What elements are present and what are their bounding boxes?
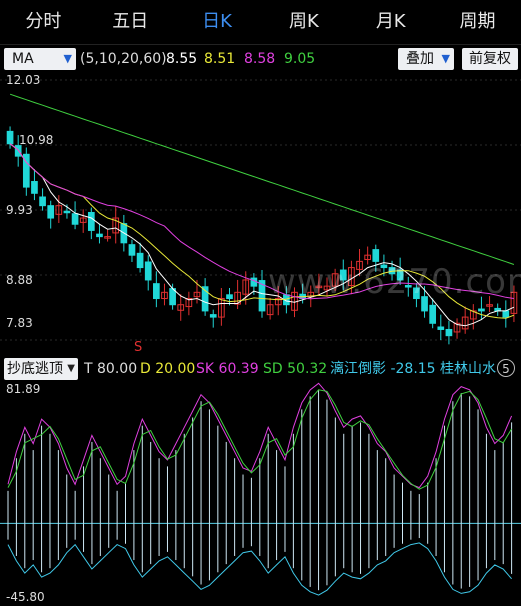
candle-body [437,326,445,330]
tab-monthly-k[interactable]: 月K [347,0,434,44]
candle-body [39,196,46,207]
indicator-sd-value: 50.32 [287,361,328,377]
candle-body [153,283,160,300]
indicator-sk-label: SK [196,361,215,377]
chevron-down-icon: ▼ [441,52,450,65]
ma-line-60 [9,93,515,265]
candle-body [478,308,485,312]
ma60-value: 9.05 [284,51,316,67]
tab-daily-k[interactable]: 日K [174,0,261,44]
overlay-selector[interactable]: 叠加 ▼ [398,48,454,70]
indicator-lijiang-label: 漓江倒影 [330,361,386,377]
candle-body [226,294,233,300]
tab-divider [0,44,521,45]
indicator-lijiang-value: -28.15 [390,361,436,377]
indicator-t-label: T [84,361,93,377]
candle-body [31,181,38,194]
indicator-sk: SK 60.39 [196,358,259,380]
overlay-label: 叠加 [406,51,434,67]
price-axis-label: 7.83 [6,316,33,330]
indicator-lijiang: 漓江倒影 -28.15 [330,358,436,380]
indicator-axis-top: 81.89 [6,382,41,396]
ma-bar: MA ▼ (5,10,20,60) 8.55 8.51 8.58 9.05 叠加… [0,48,521,72]
candle-body [250,277,258,287]
price-axis-label: 10.98 [19,133,54,147]
sell-signal-marker: S [134,340,143,355]
candlestick-chart[interactable] [0,74,521,354]
indicator-selector[interactable]: 抄底逃顶 ▼ [4,358,78,380]
chevron-down-icon: ▼ [67,363,75,374]
tab-five-day[interactable]: 五日 [87,0,174,44]
price-axis-label: 12.03 [6,73,41,87]
ma20-value: 8.58 [244,51,276,67]
indicator-count-badge[interactable]: 5 [497,359,515,377]
chevron-down-icon: ▼ [63,52,72,65]
ma-selector-label: MA [12,51,34,67]
candle-body [372,249,380,262]
ma10-value: 8.51 [204,51,236,67]
candle-body [63,210,71,214]
candle-body [71,213,79,225]
ma-params: (5,10,20,60) [80,51,167,67]
candle-body [502,310,510,318]
candle-body [429,304,437,324]
indicator-bar: 抄底逃顶 ▼ T 80.00 D 20.00 SK 60.39 SD 50.32… [0,358,521,380]
ma-selector[interactable]: MA ▼ [4,48,76,70]
period-tabs: 分时 五日 日K 周K 月K 周期 [0,0,521,44]
candle-body [47,205,55,219]
tab-period[interactable]: 周期 [434,0,521,44]
indicator-axis-bottom: -45.80 [6,590,45,604]
indicator-t: T 80.00 [84,358,137,380]
candle-body [128,244,136,256]
indicator-d-label: D [140,361,151,377]
indicator-chart[interactable] [0,382,521,606]
tab-intraday[interactable]: 分时 [0,0,87,44]
restore-right-button[interactable]: 前复权 [462,48,518,70]
indicator-d-value: 20.00 [155,361,196,377]
ma5-value: 8.55 [166,51,198,67]
indicator-d: D 20.00 [140,358,195,380]
indicator-t-value: 80.00 [97,361,138,377]
candle-body [6,130,14,145]
indicator-guilin: 桂林山水 [440,361,496,377]
indicator-sd: SD 50.32 [263,358,327,380]
candle-body [144,261,152,281]
candle-body [136,252,144,269]
price-axis-label: 8.88 [6,273,33,287]
price-axis-label: 9.93 [6,203,33,217]
tab-weekly-k[interactable]: 周K [260,0,347,44]
watermark: www.6270.com [268,262,521,302]
indicator-selector-label: 抄底逃顶 [7,361,63,377]
indicator-sd-label: SD [263,361,283,377]
candle-body [96,233,103,238]
candle-body [87,211,95,231]
candle-body [209,314,217,318]
indicator-sk-value: 60.39 [218,361,259,377]
candle-body [445,328,453,337]
